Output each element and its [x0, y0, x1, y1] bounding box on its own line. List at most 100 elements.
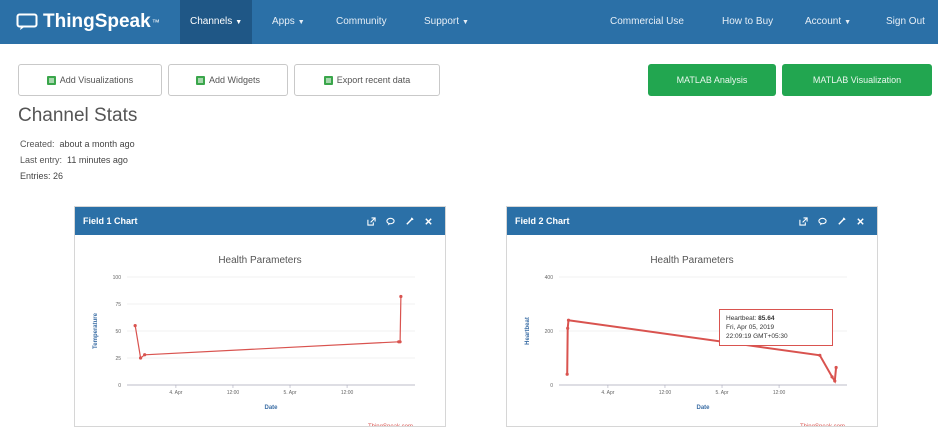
data-point — [398, 340, 402, 344]
y-tick-label: 0 — [550, 383, 553, 389]
chart-title: Health Parameters — [650, 255, 733, 266]
x-tick-label: 12:00 — [773, 390, 786, 396]
nav-support[interactable]: Support ▼ — [414, 0, 479, 44]
matlab-analysis-label: MATLAB Analysis — [676, 75, 748, 85]
nav-channels[interactable]: Channels ▼ — [180, 0, 253, 44]
stat-last-entry-value: 11 minutes ago — [67, 155, 128, 165]
top-navbar: ThingSpeak ™ Channels ▼ Apps ▼ Community Su… — [0, 0, 938, 44]
nav-howtobuy-label: How to Buy — [722, 16, 774, 27]
stat-last-entry-label: Last entry: — [20, 155, 63, 165]
chevron-down-icon: ▼ — [844, 19, 852, 26]
tooltip-date: Fri, Apr 05, 2019 — [726, 324, 775, 331]
tooltip-series: Heartbeat: — [726, 315, 757, 322]
matlab-analysis-button[interactable]: MATLAB Analysis — [648, 64, 776, 96]
add-visualizations-label: Add Visualizations — [59, 75, 134, 85]
nav-apps[interactable]: Apps ▼ — [262, 0, 315, 44]
y-tick-label: 50 — [115, 329, 121, 335]
add-widgets-button[interactable]: Add Widgets — [168, 64, 288, 96]
nav-account-label: Account — [805, 16, 842, 27]
stat-created: Created: about a month ago — [20, 139, 135, 149]
external-link-icon[interactable] — [799, 216, 808, 226]
field-2-chart-panel: Field 2 Chart Health Parameters 0 200 400 4.… — [506, 206, 878, 427]
nav-community[interactable]: Community — [326, 0, 397, 44]
add-visualizations-button[interactable]: Add Visualizations — [18, 64, 162, 96]
export-recent-data-button[interactable]: Export recent data — [294, 64, 440, 96]
chart-credit: ThingSpeak.com — [368, 424, 413, 426]
brand-tm: ™ — [151, 17, 160, 27]
panel-title: Field 2 Chart — [515, 216, 570, 226]
matlab-visualization-button[interactable]: MATLAB Visualization — [782, 64, 932, 96]
chevron-down-icon: ▼ — [235, 19, 243, 26]
x-axis-label: Date — [264, 405, 278, 411]
field-1-chart[interactable]: Health Parameters 0 25 50 75 100 4. Apr 12:00 5.… — [75, 235, 445, 426]
chart-title: Health Parameters — [218, 255, 301, 266]
data-point — [399, 294, 403, 299]
export-recent-label: Export recent data — [336, 75, 411, 85]
tooltip-value: 85.64 — [758, 315, 775, 322]
x-tick-label: 4. Apr — [601, 390, 614, 396]
nav-support-label: Support — [424, 16, 460, 27]
nav-signout-label: Sign Out — [886, 16, 925, 27]
y-axis-label: Heartbeat — [525, 317, 531, 345]
data-point — [834, 365, 838, 370]
y-tick-label: 100 — [113, 275, 122, 281]
y-axis-label: Temperature — [93, 312, 99, 349]
x-tick-label: 12:00 — [227, 390, 240, 396]
stat-created-value: about a month ago — [59, 139, 135, 149]
nav-how-to-buy[interactable]: How to Buy — [712, 0, 783, 44]
y-tick-label: 75 — [115, 302, 121, 308]
tooltip-series-line: Heartbeat: 85.64 — [726, 314, 826, 323]
nav-community-label: Community — [336, 16, 387, 27]
data-point — [818, 353, 822, 357]
comment-icon[interactable] — [818, 217, 827, 226]
x-tick-label: 4. Apr — [169, 390, 182, 396]
series-line — [134, 296, 402, 360]
data-point — [830, 375, 834, 379]
chat-bubble-icon — [16, 13, 38, 30]
plus-square-icon — [46, 75, 56, 85]
pencil-icon[interactable] — [405, 216, 414, 226]
y-tick-label: 200 — [545, 329, 554, 335]
stat-created-label: Created: — [20, 139, 55, 149]
data-point — [138, 356, 143, 360]
nav-account[interactable]: Account ▼ — [795, 0, 861, 44]
x-tick-label: 5. Apr — [283, 390, 296, 396]
brand-name: ThingSpeak — [43, 11, 151, 32]
x-tick-label: 12:00 — [659, 390, 672, 396]
chevron-down-icon: ▼ — [297, 19, 305, 26]
chart-tooltip: Heartbeat: 85.64 Fri, Apr 05, 2019 22:09… — [719, 309, 833, 346]
y-tick-label: 25 — [115, 356, 121, 362]
field-1-chart-panel: Field 1 Chart Health Parameters 0 25 50 75 10… — [74, 206, 446, 427]
x-axis-label: Date — [696, 405, 710, 411]
data-point — [833, 379, 837, 383]
page-title: Channel Stats — [18, 105, 138, 126]
y-tick-label: 0 — [118, 383, 121, 389]
panel-header: Field 2 Chart — [507, 207, 877, 235]
nav-commercial-use[interactable]: Commercial Use — [600, 0, 694, 44]
panel-tools — [799, 207, 865, 235]
nav-commercial-label: Commercial Use — [610, 16, 684, 27]
data-point — [133, 324, 137, 328]
pencil-icon[interactable] — [837, 216, 846, 226]
data-point — [566, 318, 571, 322]
data-point — [143, 353, 147, 357]
x-tick-label: 5. Apr — [715, 390, 728, 396]
y-tick-label: 400 — [545, 275, 554, 281]
chevron-down-icon: ▼ — [462, 19, 469, 26]
comment-icon[interactable] — [386, 217, 395, 226]
tooltip-time: 22:09:19 GMT+05:30 — [726, 333, 788, 340]
data-point — [566, 326, 570, 330]
plus-square-icon — [195, 75, 205, 85]
close-icon[interactable] — [856, 217, 865, 226]
export-icon — [323, 75, 333, 85]
brand-logo[interactable]: ThingSpeak ™ — [16, 9, 160, 35]
external-link-icon[interactable] — [367, 216, 376, 226]
nav-sign-out[interactable]: Sign Out — [876, 0, 935, 44]
nav-channels-label: Channels — [190, 16, 233, 27]
panel-title: Field 1 Chart — [83, 216, 138, 226]
close-icon[interactable] — [424, 217, 433, 226]
data-point — [565, 372, 569, 376]
panel-header: Field 1 Chart — [75, 207, 445, 235]
nav-apps-label: Apps — [272, 16, 295, 27]
chart-credit: ThingSpeak.com — [800, 424, 845, 426]
